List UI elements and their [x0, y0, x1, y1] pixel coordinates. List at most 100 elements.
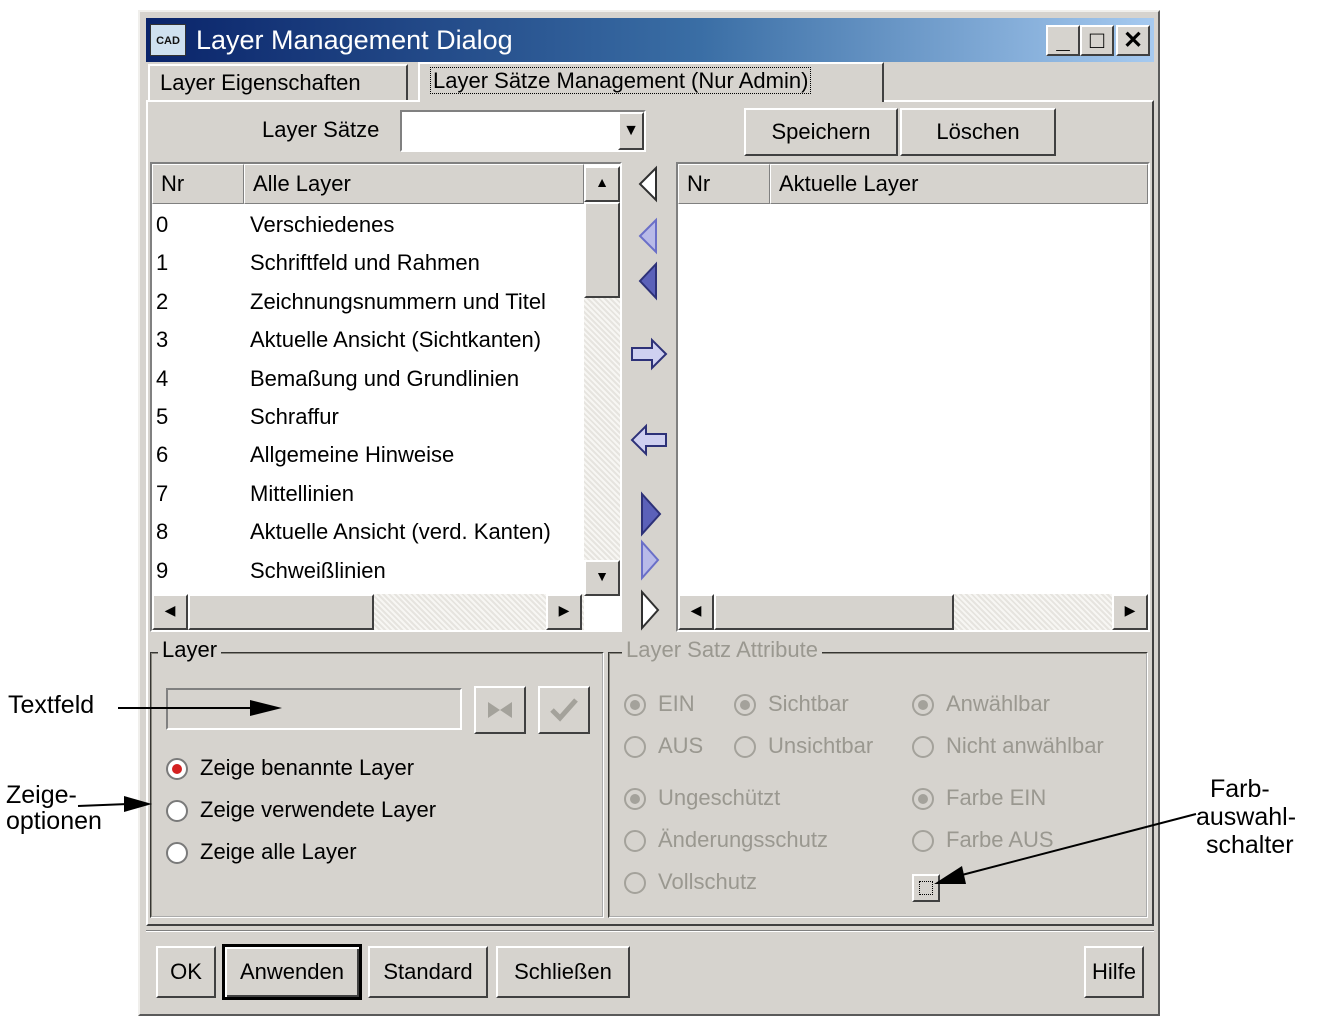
- all-layers-list[interactable]: Nr Alle Layer 0 Verschiedenes 1 Schriftfeld…: [150, 162, 622, 632]
- list-item-name: Aktuelle Ansicht (verd. Kanten): [250, 519, 551, 545]
- label-sichtbar: Sichtbar: [768, 691, 849, 716]
- layer-group-title: Layer: [158, 638, 222, 662]
- scroll-thumb[interactable]: [584, 202, 620, 298]
- label-farbe-aus: Farbe AUS: [946, 827, 1054, 852]
- scroll-right-icon[interactable]: ▶: [1112, 594, 1148, 630]
- horizontal-scrollbar[interactable]: ◀ ▶: [152, 594, 584, 630]
- label-ungeschuetzt: Ungeschützt: [658, 785, 781, 810]
- close-button[interactable]: ✕: [1116, 25, 1150, 56]
- triangle-left-light-icon[interactable]: [638, 217, 657, 255]
- maximize-button[interactable]: □: [1080, 25, 1114, 56]
- list-item-name: Schriftfeld und Rahmen: [250, 250, 480, 276]
- default-button[interactable]: Standard: [368, 946, 488, 998]
- layer-saetze-select[interactable]: ▼: [400, 110, 646, 152]
- triangle-right-light-icon[interactable]: [641, 539, 660, 581]
- label-ein: EIN: [658, 691, 695, 716]
- scroll-down-icon[interactable]: ▼: [584, 560, 620, 596]
- arrow-right-icon[interactable]: [631, 337, 668, 371]
- triangle-right-dark-icon[interactable]: [641, 491, 662, 537]
- triangle-right-outline-icon[interactable]: [641, 589, 660, 631]
- callout-farb-line3: schalter: [1206, 831, 1294, 859]
- ok-button[interactable]: OK: [156, 946, 216, 998]
- scroll-left-icon[interactable]: ◀: [678, 594, 714, 630]
- list-item-name: Bemaßung und Grundlinien: [250, 365, 520, 391]
- callout-farb-line2: auswahl-: [1196, 803, 1297, 831]
- radio-dot: [630, 794, 640, 804]
- list-item-nr: 5: [156, 404, 169, 429]
- callout-zeige-line2: optionen: [6, 807, 102, 835]
- window-title: Layer Management Dialog: [196, 25, 513, 55]
- column-header-aktuelle-layer[interactable]: Aktuelle Layer: [770, 164, 1148, 204]
- vertical-scrollbar[interactable]: ▲ ▼: [584, 166, 620, 596]
- arrow-line-zeige: [77, 803, 129, 807]
- list-item-name: Schweißlinien: [250, 557, 386, 583]
- label-vollschutz: Vollschutz: [658, 869, 758, 894]
- radio-show-named[interactable]: [166, 758, 188, 780]
- save-button[interactable]: Speichern: [744, 108, 898, 156]
- tab-layer-eigenschaften[interactable]: Layer Eigenschaften: [148, 64, 408, 102]
- current-layers-list[interactable]: Nr Aktuelle Layer ◀ ▶: [676, 162, 1150, 632]
- list-item-name: Allgemeine Hinweise: [250, 442, 455, 468]
- triangle-left-dark-icon[interactable]: [638, 261, 657, 301]
- hscroll-thumb-current[interactable]: [714, 594, 954, 630]
- label-show-used: Zeige verwendete Layer: [200, 797, 437, 822]
- tab-active-label: Layer Sätze Management (Nur Admin): [430, 67, 812, 94]
- scroll-up-icon[interactable]: ▲: [584, 166, 620, 202]
- schliessen-button[interactable]: Schließen: [496, 946, 630, 998]
- list-item-nr: 0: [156, 212, 169, 237]
- radio-ein[interactable]: [624, 694, 646, 716]
- radio-dot: [918, 794, 928, 804]
- radio-show-used[interactable]: [166, 800, 188, 822]
- radio-dot: [630, 700, 640, 710]
- list-item-name: Aktuelle Ansicht (Sichtkanten): [250, 327, 542, 353]
- list-item-nr: 7: [156, 480, 169, 506]
- radio-unsichtbar[interactable]: [734, 736, 756, 758]
- triangle-left-outline-icon[interactable]: [638, 165, 657, 203]
- scroll-left-icon[interactable]: ◀: [152, 594, 188, 630]
- radio-show-all[interactable]: [166, 842, 188, 864]
- confirm-edit-button[interactable]: [538, 686, 590, 734]
- list-item-nr: 9: [156, 557, 169, 583]
- radio-ungeschuetzt[interactable]: [624, 788, 646, 810]
- label-aus: AUS: [658, 733, 704, 758]
- radio-farbe-aus[interactable]: [912, 830, 934, 852]
- label-aenderungsschutz: Änderungsschutz: [658, 827, 828, 852]
- column-header-nr[interactable]: Nr: [152, 164, 244, 204]
- transfer-buttons: [630, 165, 668, 631]
- list-item-nr: 8: [156, 519, 169, 545]
- radio-farbe-ein[interactable]: [912, 788, 934, 810]
- tab-layer-saetze-management[interactable]: Layer Sätze Management (Nur Admin): [418, 62, 884, 102]
- list-item-name: Zeichnungsnummern und Titel: [250, 288, 546, 314]
- delete-button[interactable]: Löschen: [900, 108, 1056, 156]
- callout-farb-line1: Farb-: [1210, 775, 1270, 803]
- close-icon: [488, 702, 512, 718]
- hscroll-thumb[interactable]: [188, 594, 374, 630]
- arrow-left-icon[interactable]: [630, 423, 667, 457]
- list-item-nr: 1: [156, 250, 169, 276]
- minimize-button[interactable]: _: [1046, 25, 1080, 56]
- list-item-name: Verschiedenes: [250, 212, 395, 237]
- radio-vollschutz[interactable]: [624, 872, 646, 894]
- radio-dot: [740, 700, 750, 710]
- layer-text-field[interactable]: [166, 688, 462, 730]
- scroll-right-icon[interactable]: ▶: [546, 594, 582, 630]
- apply-button[interactable]: Anwenden: [222, 944, 362, 1000]
- help-button[interactable]: Hilfe: [1084, 946, 1144, 998]
- radio-aenderungsschutz[interactable]: [624, 830, 646, 852]
- cancel-edit-button[interactable]: [474, 686, 526, 734]
- color-picker-button[interactable]: [912, 874, 940, 902]
- label-show-named: Zeige benannte Layer: [200, 755, 415, 780]
- radio-sichtbar[interactable]: [734, 694, 756, 716]
- horizontal-scrollbar-current[interactable]: ◀ ▶: [678, 594, 1148, 630]
- radio-anwaehlbar[interactable]: [912, 694, 934, 716]
- column-header-alle-layer[interactable]: Alle Layer: [244, 164, 584, 204]
- checkmark-icon: [550, 698, 578, 722]
- layer-saetze-label: Layer Sätze: [262, 117, 380, 142]
- radio-aus[interactable]: [624, 736, 646, 758]
- label-anwaehlbar: Anwählbar: [946, 691, 1050, 716]
- column-header-nr-current[interactable]: Nr: [678, 164, 770, 204]
- radio-nicht-anwaehlbar[interactable]: [912, 736, 934, 758]
- label-unsichtbar: Unsichtbar: [768, 733, 874, 758]
- radio-dot: [918, 700, 928, 710]
- chevron-down-icon[interactable]: ▼: [618, 112, 644, 150]
